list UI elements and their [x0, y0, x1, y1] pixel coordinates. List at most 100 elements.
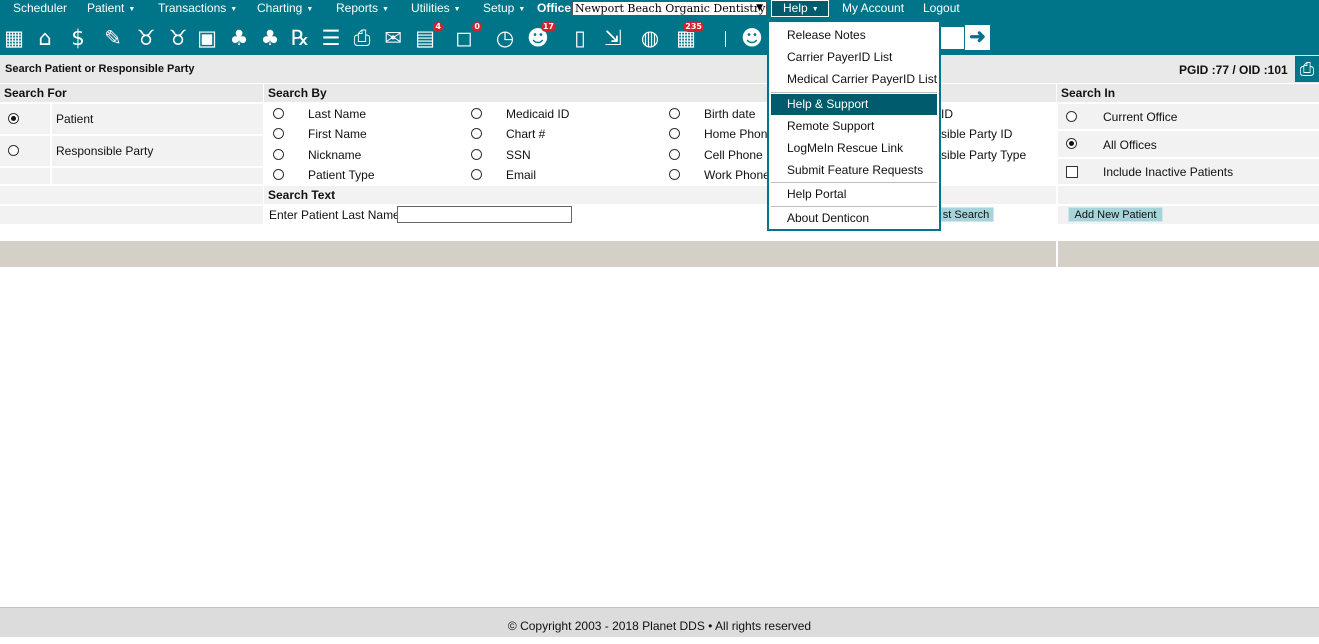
patient-last-name-input[interactable]: [397, 206, 572, 223]
current-office-radio[interactable]: [1066, 111, 1077, 122]
home-phone-radio[interactable]: [669, 128, 680, 139]
menu-divider: [771, 206, 937, 207]
add-patient-icon[interactable]: ♣: [225, 24, 253, 52]
nav-help[interactable]: Help ▼: [771, 0, 829, 17]
clock-icon[interactable]: ◷: [491, 24, 519, 52]
menu-item-feature-requests[interactable]: Submit Feature Requests: [771, 160, 937, 181]
home-icon[interactable]: ⌂: [31, 24, 59, 52]
ssn-label: SSN: [506, 148, 531, 162]
work-phone-radio[interactable]: [669, 169, 680, 180]
print-icon[interactable]: ⎙: [1295, 56, 1319, 82]
nickname-radio[interactable]: [273, 149, 284, 160]
prescription-icon[interactable]: ℞: [286, 24, 314, 52]
nav-transactions[interactable]: Transactions ▼: [158, 0, 237, 20]
search-for-patient-radio[interactable]: [8, 113, 19, 124]
patient-type-label: Patient Type: [308, 168, 375, 182]
search-for-header: Search For: [0, 84, 263, 102]
chart-number-radio[interactable]: [471, 128, 482, 139]
globe-icon[interactable]: ◍: [636, 24, 664, 52]
page-title: Search Patient or Responsible Party: [5, 63, 195, 75]
menu-item-release-notes[interactable]: Release Notes: [771, 25, 937, 46]
tooth-frame-icon[interactable]: ▯: [566, 24, 594, 52]
chevron-down-icon: ▼: [453, 6, 461, 13]
menu-item-medical-carrier-payerid[interactable]: Medical Carrier PayerID List: [771, 69, 937, 90]
users-badge: 17: [540, 22, 556, 32]
chat-icon[interactable]: ◻ 0: [450, 22, 482, 52]
nav-reports[interactable]: Reports ▼: [336, 0, 389, 20]
messages-icon[interactable]: ▤ 4: [411, 22, 443, 52]
menu-item-help-portal[interactable]: Help Portal: [771, 184, 937, 205]
birth-date-radio[interactable]: [669, 108, 680, 119]
search-for-patient-label: Patient: [56, 112, 94, 126]
group-icon[interactable]: ☻: [738, 24, 766, 52]
include-inactive-checkbox[interactable]: [1066, 166, 1078, 178]
nav-utilities[interactable]: Utilities ▼: [411, 0, 461, 20]
include-inactive-label: Include Inactive Patients: [1103, 165, 1234, 179]
users-icon[interactable]: ☻ 17: [524, 22, 556, 52]
mail-icon[interactable]: ✉: [379, 24, 407, 52]
tooth-icon[interactable]: ♉: [132, 24, 160, 52]
work-phone-label: Work Phone: [704, 168, 770, 182]
all-offices-radio[interactable]: [1066, 138, 1077, 149]
quick-search-input[interactable]: [940, 27, 964, 49]
last-name-label: Last Name: [308, 107, 367, 121]
nav-charting[interactable]: Charting ▼: [257, 0, 313, 20]
menu-item-carrier-payerid[interactable]: Carrier PayerID List: [771, 47, 937, 68]
chevron-down-icon: ▼: [518, 6, 526, 13]
search-for-responsible-label: Responsible Party: [56, 144, 154, 158]
nav-logout[interactable]: Logout: [923, 0, 960, 20]
clipboard-icon[interactable]: ☰: [317, 24, 345, 52]
search-in-header: Search In: [1057, 84, 1319, 102]
last-name-radio[interactable]: [273, 108, 284, 119]
birth-date-label: Birth date: [704, 107, 756, 121]
medicaid-id-radio[interactable]: [471, 108, 482, 119]
pgid-oid: PGID :77 / OID :101: [1179, 63, 1288, 77]
dollar-transactions-icon[interactable]: $: [64, 24, 92, 52]
nav-patient[interactable]: Patient ▼: [87, 0, 135, 20]
go-arrow-icon[interactable]: ➜: [965, 25, 990, 50]
export-icon[interactable]: ⇲: [599, 24, 627, 52]
medicaid-id-label: Medicaid ID: [506, 107, 570, 121]
messages-badge: 4: [433, 22, 443, 32]
office-label: Office: [537, 1, 572, 15]
chat-badge: 0: [472, 22, 482, 32]
menu-item-about-denticon[interactable]: About Denticon: [771, 208, 937, 229]
menu-divider: [771, 92, 937, 93]
office-select[interactable]: Newport Beach Organic Dentistry ▼: [572, 1, 767, 16]
menu-item-remote-support[interactable]: Remote Support: [771, 116, 937, 137]
calendar-grid-icon[interactable]: ▦: [0, 24, 28, 52]
tasks-icon[interactable]: ▦ 235: [672, 22, 704, 52]
all-offices-label: All Offices: [1103, 138, 1157, 152]
top-nav: Scheduler Patient ▼ Transactions ▼ Chartin…: [0, 0, 1319, 20]
menu-divider: [771, 182, 937, 183]
cell: [0, 168, 50, 184]
first-name-radio[interactable]: [273, 128, 284, 139]
treatment-plan-icon[interactable]: ▣: [193, 24, 221, 52]
menu-item-logmein[interactable]: LogMeIn Rescue Link: [771, 138, 937, 159]
add-new-patient-button[interactable]: Add New Patient: [1068, 207, 1163, 222]
chevron-down-icon: ▼: [230, 6, 238, 13]
cell: [0, 206, 263, 224]
home-phone-label: Home Phone: [704, 127, 775, 141]
chart-notes-icon[interactable]: ✎: [99, 24, 127, 52]
nav-setup[interactable]: Setup ▼: [483, 0, 525, 20]
family-icon[interactable]: ♣: [256, 24, 284, 52]
nav-scheduler[interactable]: Scheduler: [13, 0, 67, 20]
id-label-partial: ID: [941, 107, 953, 121]
cell-phone-radio[interactable]: [669, 149, 680, 160]
cell: [1058, 131, 1319, 157]
menu-item-help-support[interactable]: Help & Support: [771, 94, 937, 115]
search-for-responsible-radio[interactable]: [8, 145, 19, 156]
tooth-chart-icon[interactable]: ♉: [164, 24, 192, 52]
email-radio[interactable]: [471, 169, 482, 180]
ssn-radio[interactable]: [471, 149, 482, 160]
patient-type-radio[interactable]: [273, 169, 284, 180]
printer-icon[interactable]: ⎙: [348, 24, 376, 52]
responsible-party-id-label-partial: sible Party ID: [941, 127, 1013, 141]
last-search-button[interactable]: st Search: [938, 207, 994, 222]
nav-my-account[interactable]: My Account: [842, 0, 904, 20]
cell: [1058, 186, 1319, 204]
chevron-down-icon: ▼: [811, 6, 819, 13]
icon-toolbar: ▦ ⌂ $ ✎ ♉ ♉ ▣ ♣ ♣ ℞ ☰ ⎙ ✉ ▤ 4 ◻ 0 ◷ ☻ 17 ▯ …: [0, 20, 1319, 55]
first-name-label: First Name: [308, 127, 367, 141]
